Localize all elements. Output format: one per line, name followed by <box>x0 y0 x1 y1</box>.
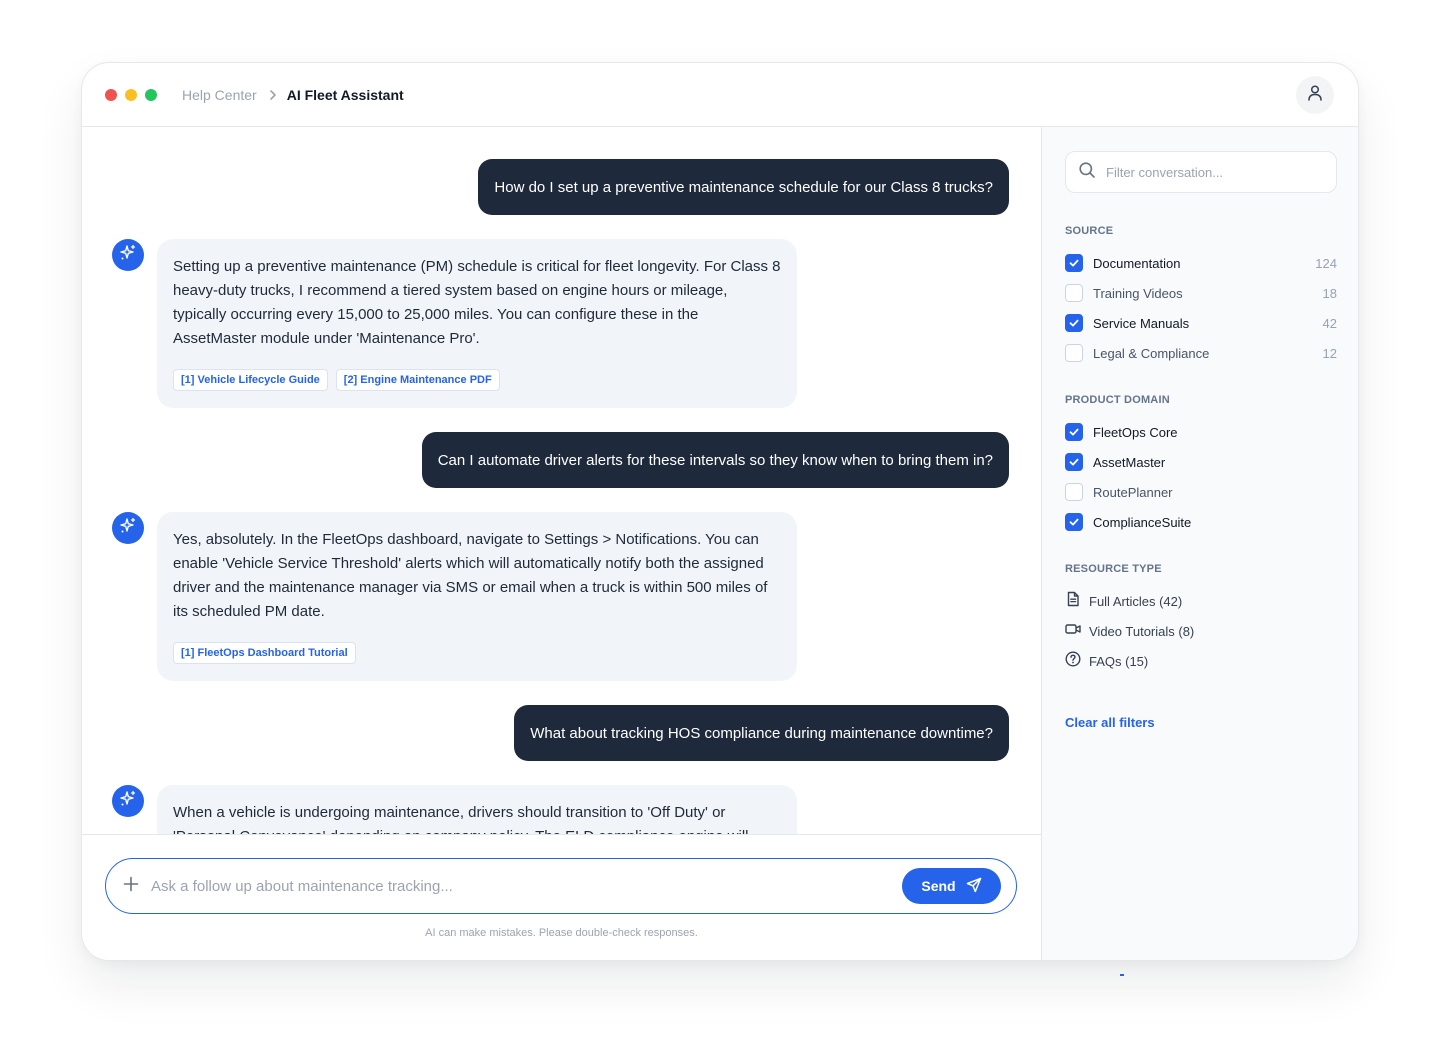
section-title-source: SOURCE <box>1065 225 1114 237</box>
title-bar: Help Center AI Fleet Assistant <box>82 63 1358 127</box>
resource-label: Full Articles (42) <box>1089 593 1183 609</box>
checkbox-checked[interactable] <box>1065 453 1083 471</box>
filter-sidebar: SOURCE Documentation 124 Training Videos… <box>1041 127 1358 960</box>
clear-all-filters-link[interactable]: Clear all filters <box>1065 715 1155 730</box>
filter-source-legal-compliance[interactable]: Legal & Compliance 12 <box>1065 343 1337 363</box>
chevron-right-icon <box>269 89 277 101</box>
assistant-message-text: Setting up a preventive maintenance (PM)… <box>173 258 781 347</box>
resource-label: Video Tutorials (8) <box>1089 623 1195 639</box>
checkbox-checked[interactable] <box>1065 423 1083 441</box>
resource-label: FAQs (15) <box>1089 653 1149 669</box>
breadcrumb-current: AI Fleet Assistant <box>286 86 404 103</box>
composer-area: Send AI can make mistakes. Please double… <box>82 834 1041 960</box>
filter-domain-fleetops-core[interactable]: FleetOps Core <box>1065 422 1337 442</box>
decorative-mark <box>1120 974 1124 976</box>
breadcrumb: Help Center AI Fleet Assistant <box>182 87 404 103</box>
user-profile-button[interactable] <box>1296 76 1334 114</box>
document-icon <box>1065 591 1081 612</box>
filter-label: AssetMaster <box>1093 454 1166 470</box>
video-icon <box>1065 621 1081 642</box>
assistant-avatar <box>112 239 144 271</box>
search-icon <box>1078 161 1096 184</box>
filter-count: 42 <box>1322 315 1337 331</box>
breadcrumb-help-center[interactable]: Help Center <box>182 87 257 103</box>
minimize-window-dot[interactable] <box>125 88 137 101</box>
assistant-message-text: Yes, absolutely. In the FleetOps dashboa… <box>173 531 768 620</box>
sparkle-icon <box>119 244 137 267</box>
composer: Send <box>105 858 1017 914</box>
citation-chip[interactable]: [1] Vehicle Lifecycle Guide <box>173 369 328 391</box>
citation-list: [1] FleetOps Dashboard Tutorial <box>173 642 781 664</box>
resource-full-articles[interactable]: Full Articles (42) <box>1065 591 1182 611</box>
filter-conversation-input[interactable] <box>1106 164 1326 180</box>
filter-count: 18 <box>1322 285 1337 301</box>
filter-label: Training Videos <box>1093 285 1183 301</box>
sparkle-icon <box>119 790 137 813</box>
assistant-message: Setting up a preventive maintenance (PM)… <box>157 239 797 408</box>
filter-domain-compliancesuite[interactable]: ComplianceSuite <box>1065 512 1337 532</box>
citation-list: [1] Vehicle Lifecycle Guide [2] Engine M… <box>173 369 781 391</box>
filter-source-training-videos[interactable]: Training Videos 18 <box>1065 283 1337 303</box>
section-title-resource-type: RESOURCE TYPE <box>1065 563 1162 575</box>
message-input[interactable] <box>151 877 851 895</box>
assistant-message-text: When a vehicle is undergoing maintenance… <box>173 804 749 834</box>
send-button[interactable]: Send <box>902 868 1001 904</box>
sparkle-icon <box>119 517 137 540</box>
filter-count: 124 <box>1315 255 1337 271</box>
filter-source-service-manuals[interactable]: Service Manuals 42 <box>1065 313 1337 333</box>
filter-label: FleetOps Core <box>1093 424 1178 440</box>
question-circle-icon <box>1065 650 1081 672</box>
resource-video-tutorials[interactable]: Video Tutorials (8) <box>1065 621 1194 641</box>
user-icon <box>1306 84 1324 107</box>
checkbox-unchecked[interactable] <box>1065 483 1083 501</box>
filter-label: Service Manuals <box>1093 315 1190 331</box>
chat-thread[interactable]: How do I set up a preventive maintenance… <box>82 127 1041 834</box>
section-title-product-domain: PRODUCT DOMAIN <box>1065 394 1170 406</box>
window-controls <box>105 88 157 101</box>
user-message: Can I automate driver alerts for these i… <box>421 432 1009 488</box>
checkbox-unchecked[interactable] <box>1065 284 1083 302</box>
filter-count: 12 <box>1322 345 1337 361</box>
filter-label: Legal & Compliance <box>1093 345 1210 361</box>
filter-domain-assetmaster[interactable]: AssetMaster <box>1065 452 1337 472</box>
paper-plane-icon <box>966 877 982 896</box>
filter-domain-routeplanner[interactable]: RoutePlanner <box>1065 482 1337 502</box>
send-button-label: Send <box>921 878 956 894</box>
filter-label: RoutePlanner <box>1093 484 1173 500</box>
assistant-message: Yes, absolutely. In the FleetOps dashboa… <box>157 512 797 681</box>
user-message: What about tracking HOS compliance durin… <box>514 705 1009 761</box>
user-message: How do I set up a preventive maintenance… <box>478 159 1009 215</box>
citation-chip[interactable]: [1] FleetOps Dashboard Tutorial <box>173 642 356 664</box>
filter-search <box>1065 151 1337 193</box>
assistant-avatar <box>112 785 144 817</box>
checkbox-checked[interactable] <box>1065 314 1083 332</box>
filter-label: ComplianceSuite <box>1093 514 1192 530</box>
checkbox-checked[interactable] <box>1065 254 1083 272</box>
citation-chip[interactable]: [2] Engine Maintenance PDF <box>335 369 500 391</box>
checkbox-unchecked[interactable] <box>1065 344 1083 362</box>
checkbox-checked[interactable] <box>1065 513 1083 531</box>
assistant-avatar <box>112 512 144 544</box>
assistant-message: When a vehicle is undergoing maintenance… <box>157 785 797 834</box>
filter-source-documentation[interactable]: Documentation 124 <box>1065 253 1337 273</box>
close-window-dot[interactable] <box>105 88 117 101</box>
maximize-window-dot[interactable] <box>145 88 157 101</box>
disclaimer-text: AI can make mistakes. Please double-chec… <box>425 927 698 939</box>
app-window: Help Center AI Fleet Assistant How do I … <box>81 62 1359 961</box>
filter-label: Documentation <box>1093 255 1181 271</box>
plus-icon[interactable] <box>123 876 139 897</box>
resource-faqs[interactable]: FAQs (15) <box>1065 650 1149 672</box>
